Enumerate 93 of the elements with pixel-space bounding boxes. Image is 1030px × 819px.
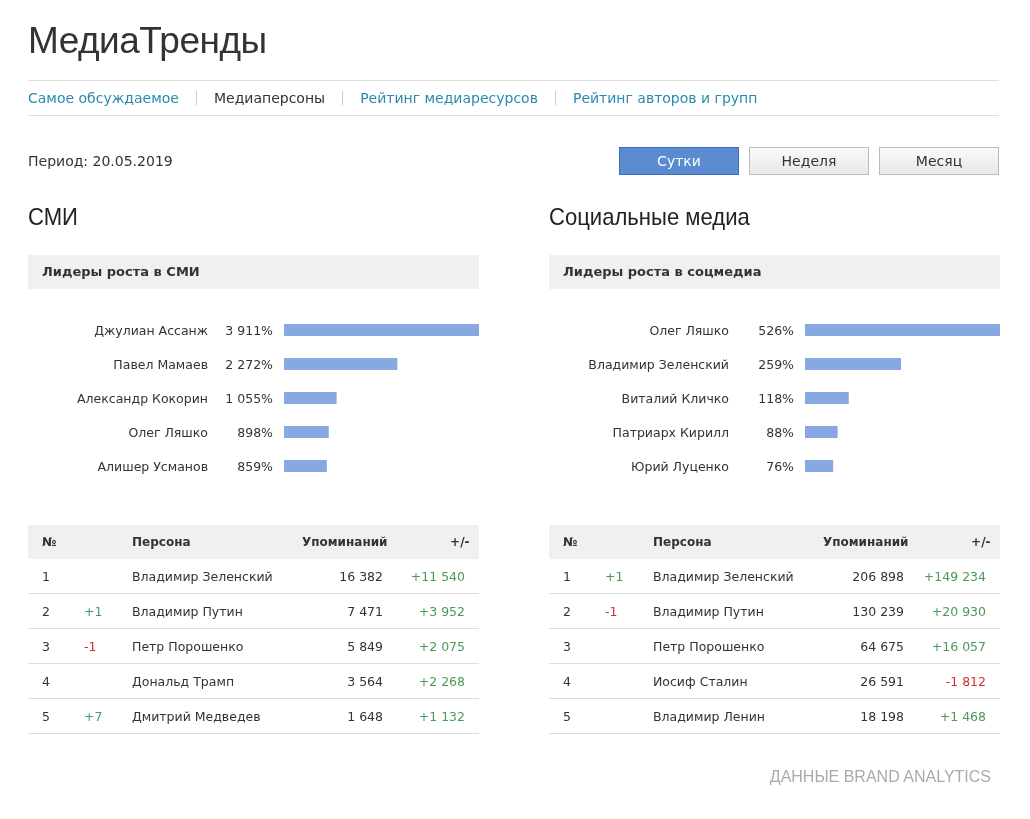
person-name: Владимир Ленин xyxy=(653,708,765,724)
growth-value: 3 911% xyxy=(225,322,273,338)
mentions-count: 64 675 xyxy=(860,638,904,654)
mentions-change: +2 268 xyxy=(418,673,465,689)
person-name: Виталий Кличко xyxy=(620,390,729,406)
column-header: Персона xyxy=(653,535,713,549)
mentions-count: 5 849 xyxy=(347,638,383,654)
mentions-count: 16 382 xyxy=(339,568,383,584)
rank-change: -1 xyxy=(84,638,97,654)
leaders-header: Лидеры роста в соцмедиа xyxy=(549,255,1000,289)
period-button[interactable]: Сутки xyxy=(619,147,739,175)
growth-value: 88% xyxy=(766,424,794,440)
rank-number: 3 xyxy=(563,638,571,654)
column-header: № xyxy=(562,535,579,549)
rank-change: +7 xyxy=(84,708,103,724)
column-header: +/- xyxy=(449,535,471,549)
column-header: Упоминаний xyxy=(302,535,388,549)
person-name: Александр Кокорин xyxy=(76,390,208,406)
rank-change: -1 xyxy=(605,603,618,619)
mentions-count: 26 591 xyxy=(860,673,904,689)
mentions-change: +1 132 xyxy=(418,708,465,724)
rank-number: 4 xyxy=(563,673,571,689)
growth-value: 118% xyxy=(758,390,794,406)
rank-number: 3 xyxy=(42,638,50,654)
person-name: Иосиф Сталин xyxy=(653,673,748,689)
growth-bar xyxy=(284,426,329,438)
growth-value: 859% xyxy=(237,458,273,474)
mentions-change: +11 540 xyxy=(410,568,465,584)
rank-number: 2 xyxy=(563,603,571,619)
growth-value: 526% xyxy=(758,322,794,338)
section-heading: Социальные медиа xyxy=(549,203,751,231)
nav-tab[interactable]: Рейтинг медиаресурсов xyxy=(360,90,538,106)
person-name: Владимир Зеленский xyxy=(132,568,273,584)
person-name: Владимир Зеленский xyxy=(587,356,729,372)
data-source-credit: ДАННЫЕ BRAND ANALYTICS xyxy=(769,768,991,786)
person-name: Джулиан Ассанж xyxy=(93,322,208,338)
mentions-count: 206 898 xyxy=(852,568,904,584)
person-name: Владимир Путин xyxy=(653,603,764,619)
growth-value: 898% xyxy=(237,424,273,440)
person-name: Владимир Путин xyxy=(132,603,243,619)
person-name: Олег Ляшко xyxy=(127,424,208,440)
rank-number: 5 xyxy=(42,708,50,724)
nav-tab[interactable]: Рейтинг авторов и групп xyxy=(572,90,758,106)
period-button[interactable]: Месяц xyxy=(879,147,999,175)
mentions-count: 130 239 xyxy=(852,603,904,619)
mentions-change: +1 468 xyxy=(939,708,986,724)
nav-tab[interactable]: Самое обсуждаемое xyxy=(28,90,179,106)
growth-bar xyxy=(805,392,849,404)
person-name: Патриарх Кирилл xyxy=(611,424,729,440)
mentions-count: 7 471 xyxy=(347,603,383,619)
growth-value: 259% xyxy=(758,356,794,372)
column-header: № xyxy=(41,535,58,549)
growth-value: 76% xyxy=(766,458,794,474)
person-name: Алишер Усманов xyxy=(96,458,208,474)
period-label: Период: 20.05.2019 xyxy=(28,153,173,169)
person-name: Дональд Трамп xyxy=(132,673,235,689)
mentions-change: +16 057 xyxy=(931,638,986,654)
growth-bar xyxy=(284,392,337,404)
mentions-count: 1 648 xyxy=(347,708,383,724)
growth-bar xyxy=(284,460,327,472)
nav-tab[interactable]: Медиаперсоны xyxy=(213,90,326,106)
column-header: Упоминаний xyxy=(823,535,909,549)
person-name: Дмитрий Медведев xyxy=(132,708,261,724)
rank-change: +1 xyxy=(605,568,624,584)
mentions-count: 18 198 xyxy=(860,708,904,724)
leaders-header: Лидеры роста в СМИ xyxy=(28,255,479,289)
mentions-change: +2 075 xyxy=(418,638,465,654)
person-name: Павел Мамаев xyxy=(112,356,208,372)
rank-number: 1 xyxy=(563,568,571,584)
person-name: Владимир Зеленский xyxy=(653,568,794,584)
growth-value: 1 055% xyxy=(225,390,273,406)
section-heading: СМИ xyxy=(28,203,79,231)
column-header: Персона xyxy=(132,535,192,549)
growth-bar xyxy=(805,460,834,472)
rank-change: +1 xyxy=(84,603,103,619)
person-name: Петр Порошенко xyxy=(132,638,244,654)
column-header: +/- xyxy=(970,535,992,549)
rank-number: 1 xyxy=(42,568,50,584)
mentions-change: +3 952 xyxy=(418,603,465,619)
growth-bar xyxy=(805,426,838,438)
page-title: МедиаТренды xyxy=(28,20,268,62)
person-name: Петр Порошенко xyxy=(653,638,765,654)
rank-number: 5 xyxy=(563,708,571,724)
mentions-change: +149 234 xyxy=(923,568,986,584)
person-name: Олег Ляшко xyxy=(648,322,729,338)
rank-number: 2 xyxy=(42,603,50,619)
period-button[interactable]: Неделя xyxy=(749,147,869,175)
person-name: Юрий Луценко xyxy=(629,458,729,474)
mentions-count: 3 564 xyxy=(347,673,383,689)
mentions-change: +20 930 xyxy=(931,603,986,619)
rank-number: 4 xyxy=(42,673,50,689)
mentions-change: -1 812 xyxy=(945,673,986,689)
growth-value: 2 272% xyxy=(225,356,273,372)
